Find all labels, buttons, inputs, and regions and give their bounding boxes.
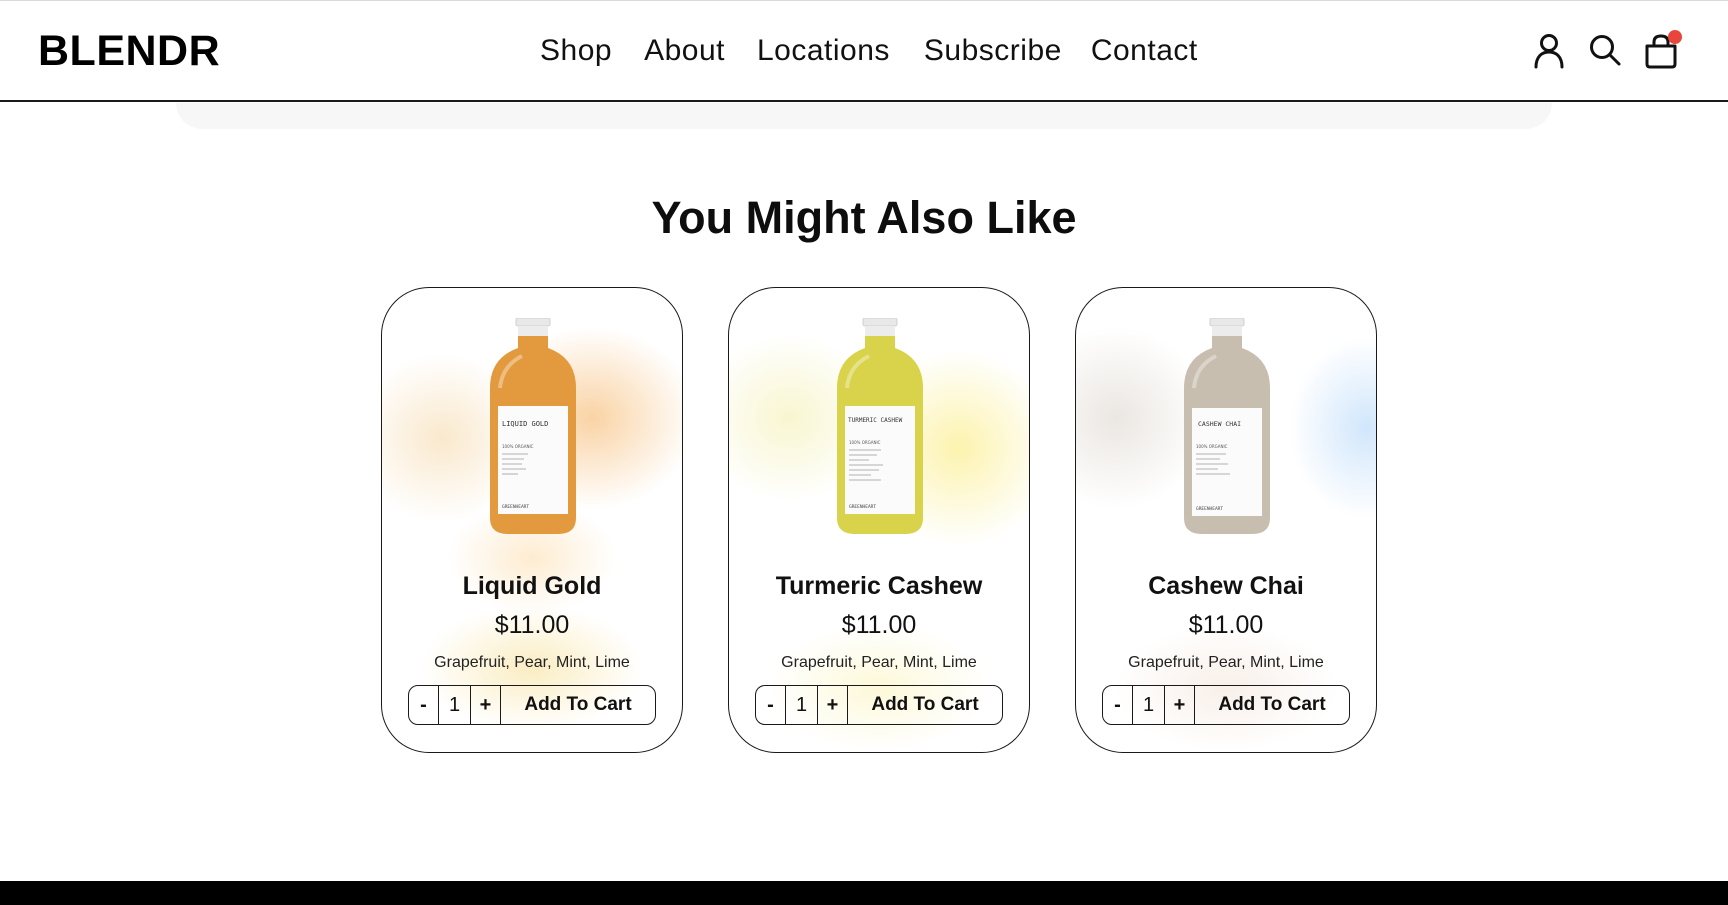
add-to-cart-button[interactable]: Add To Cart — [1195, 686, 1349, 724]
add-to-cart-button[interactable]: Add To Cart — [501, 686, 655, 724]
nav-link-about[interactable]: About — [644, 34, 725, 68]
bottle-label-title: TURMERIC CASHEW — [848, 417, 903, 424]
add-to-cart-control: - 1 + Add To Cart — [755, 685, 1003, 725]
section-title: You Might Also Like — [651, 192, 1077, 243]
brand-logo[interactable]: BLENDR — [38, 27, 220, 76]
add-to-cart-control: - 1 + Add To Cart — [408, 685, 656, 725]
header-icons — [1532, 30, 1682, 69]
site-header: BLENDR Shop About Locations Subscribe Co… — [0, 0, 1728, 102]
bottle-label-sub: 100% ORGANIC — [849, 440, 881, 445]
product-ingredients: Grapefruit, Pear, Mint, Lime — [1128, 654, 1324, 671]
product-cards: LIQUID GOLD 100% ORGANIC GREENHEART Liqu… — [381, 287, 1377, 753]
bottle-label-title: LIQUID GOLD — [502, 420, 548, 428]
product-ingredients: Grapefruit, Pear, Mint, Lime — [781, 654, 977, 671]
product-image[interactable]: CASHEW CHAI 100% ORGANIC GREENHEART — [1172, 318, 1282, 538]
quantity-increase-button[interactable]: + — [818, 686, 848, 724]
nav-link-subscribe[interactable]: Subscribe — [924, 34, 1062, 68]
product-price: $11.00 — [841, 611, 917, 639]
quantity-decrease-button[interactable]: - — [756, 686, 786, 724]
main-nav: Shop About Locations Subscribe Contact — [540, 34, 1198, 68]
previous-section-panel — [176, 103, 1552, 129]
quantity-value[interactable]: 1 — [1133, 686, 1165, 724]
quantity-decrease-button[interactable]: - — [409, 686, 439, 724]
product-name[interactable]: Liquid Gold — [382, 572, 682, 601]
bottle-label-title: CASHEW CHAI — [1198, 420, 1241, 428]
product-image[interactable]: TURMERIC CASHEW 100% ORGANIC GREENHEART — [825, 318, 935, 538]
user-icon[interactable] — [1532, 33, 1566, 69]
bottle-label-brand: GREENHEART — [1196, 506, 1223, 512]
quantity-increase-button[interactable]: + — [1165, 686, 1195, 724]
product-card-cashew-chai[interactable]: CASHEW CHAI 100% ORGANIC GREENHEART Cash… — [1075, 287, 1377, 753]
product-price: $11.00 — [1188, 611, 1264, 639]
bottle-label-brand: GREENHEART — [502, 504, 529, 510]
bottle-label-brand: GREENHEART — [849, 504, 876, 510]
nav-link-shop[interactable]: Shop — [540, 34, 612, 68]
nav-link-locations[interactable]: Locations — [757, 34, 890, 68]
search-icon[interactable] — [1588, 33, 1622, 69]
quantity-increase-button[interactable]: + — [471, 686, 501, 724]
add-to-cart-button[interactable]: Add To Cart — [848, 686, 1002, 724]
nav-link-contact[interactable]: Contact — [1091, 34, 1198, 68]
product-image[interactable]: LIQUID GOLD 100% ORGANIC GREENHEART — [478, 318, 588, 538]
cart-badge — [1668, 30, 1682, 44]
product-name[interactable]: Turmeric Cashew — [729, 572, 1029, 601]
shopping-bag-icon[interactable] — [1644, 30, 1682, 69]
product-ingredients: Grapefruit, Pear, Mint, Lime — [434, 654, 630, 671]
product-card-turmeric-cashew[interactable]: TURMERIC CASHEW 100% ORGANIC GREENHEART … — [728, 287, 1030, 753]
product-name[interactable]: Cashew Chai — [1076, 572, 1376, 601]
bottle-label-sub: 100% ORGANIC — [502, 444, 534, 449]
quantity-decrease-button[interactable]: - — [1103, 686, 1133, 724]
add-to-cart-control: - 1 + Add To Cart — [1102, 685, 1350, 725]
product-card-liquid-gold[interactable]: LIQUID GOLD 100% ORGANIC GREENHEART Liqu… — [381, 287, 683, 753]
site-footer — [0, 881, 1728, 905]
quantity-value[interactable]: 1 — [439, 686, 471, 724]
quantity-value[interactable]: 1 — [786, 686, 818, 724]
product-price: $11.00 — [494, 611, 570, 639]
bottle-label-sub: 100% ORGANIC — [1196, 444, 1228, 449]
